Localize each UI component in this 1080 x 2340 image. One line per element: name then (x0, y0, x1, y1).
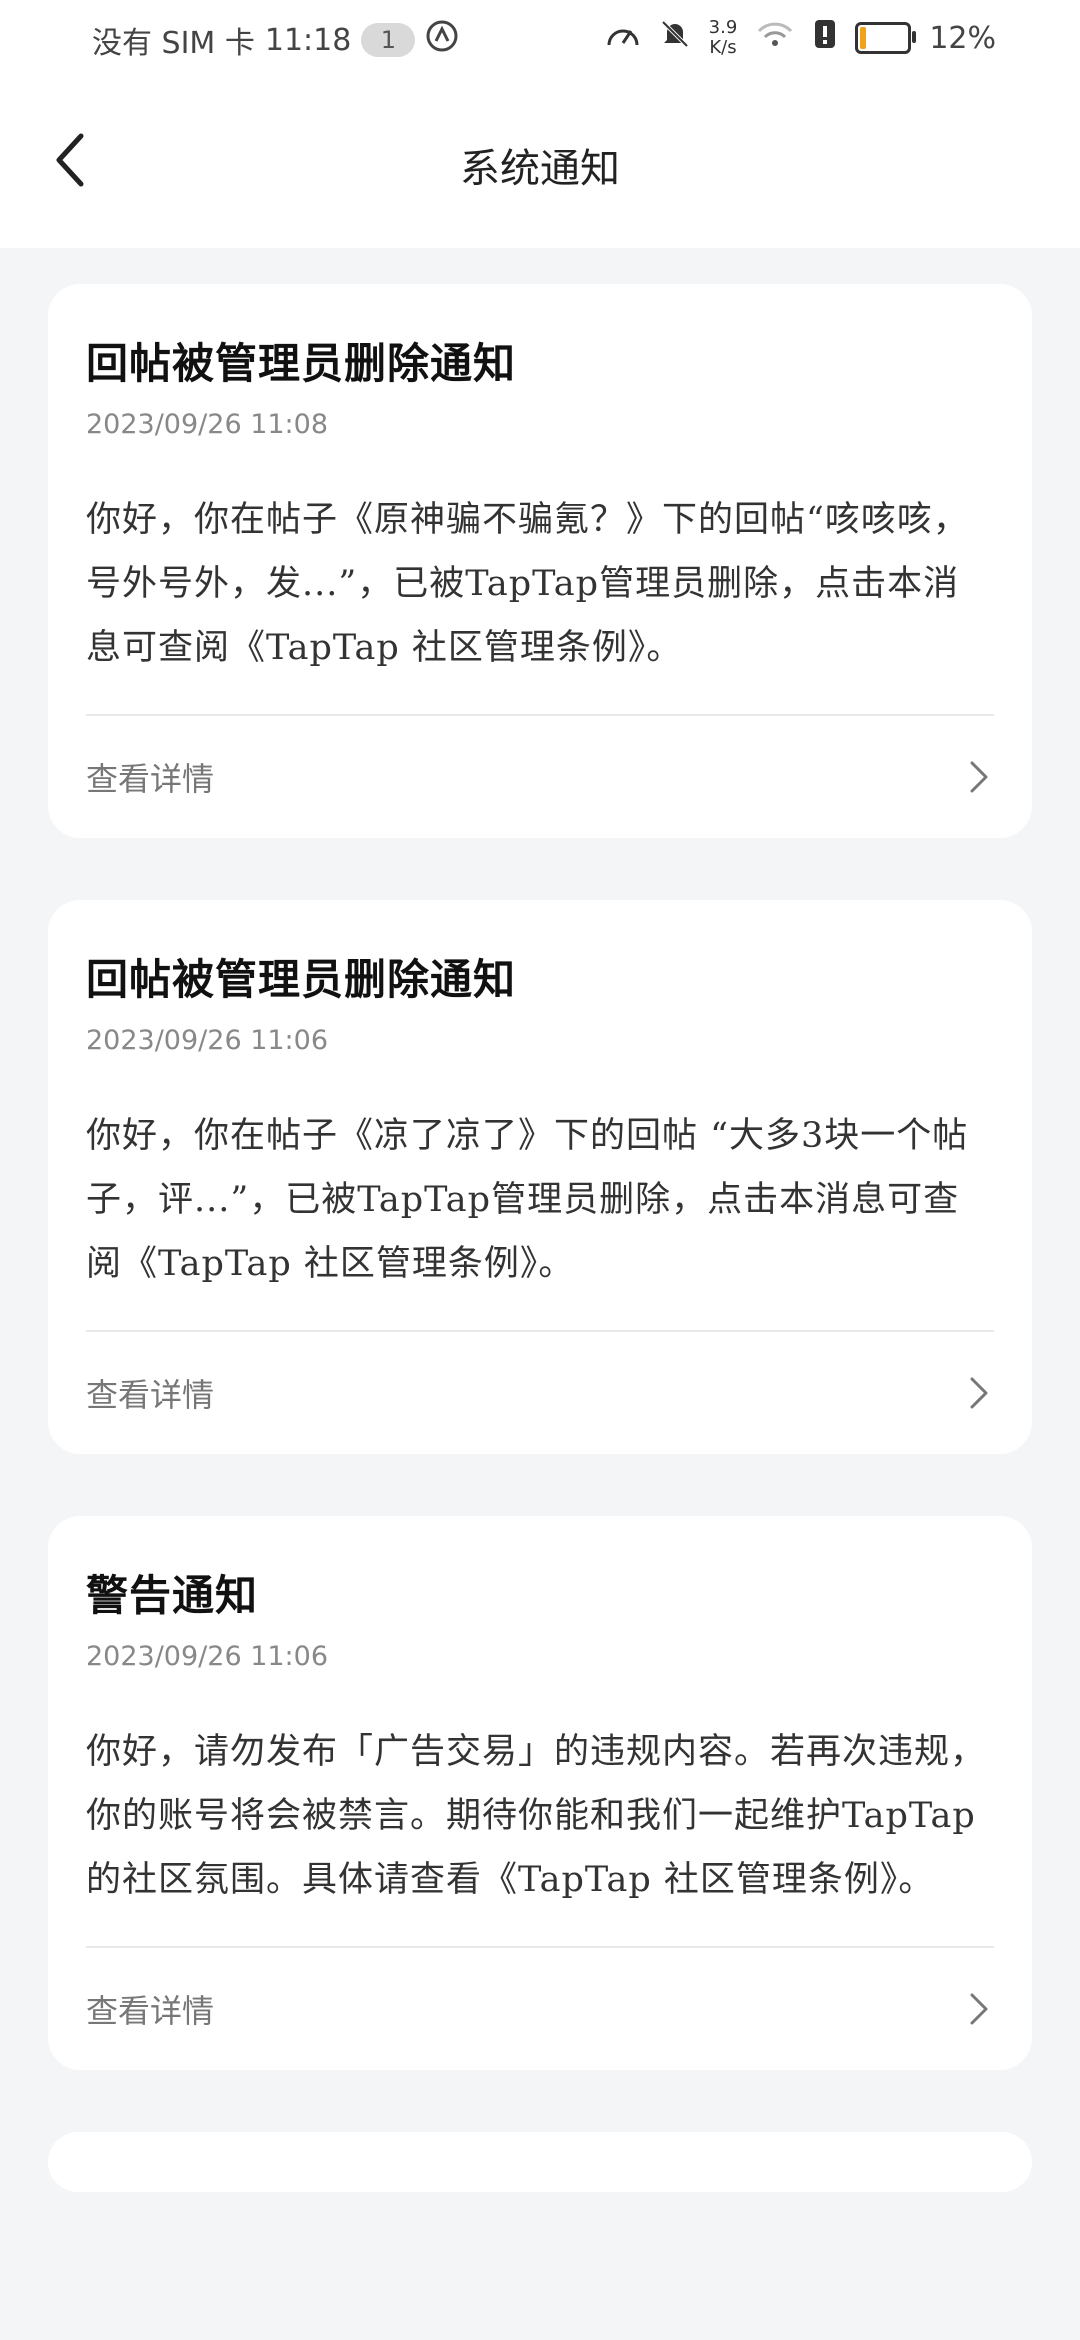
notification-time: 2023/09/26 11:06 (86, 1025, 329, 1056)
speedometer-icon (605, 19, 641, 57)
notification-card[interactable]: 回帖被管理员删除通知 2023/09/26 11:06 你好，你在帖子《凉了凉了… (48, 900, 1032, 1454)
notification-time: 2023/09/26 11:06 (86, 1641, 329, 1672)
notification-title: 回帖被管理员删除通知 (86, 955, 517, 1004)
battery-percent: 12% (929, 20, 996, 56)
chevron-right-icon (964, 1989, 994, 2029)
battery-level (860, 27, 867, 49)
app-bar: 系统通知 (0, 84, 1080, 248)
alert-battery-icon (813, 18, 837, 58)
notification-title: 警告通知 (86, 1571, 259, 1620)
network-speed-value: 3.9 (708, 17, 738, 38)
chevron-right-icon (964, 1373, 994, 1413)
notification-card-partial[interactable] (48, 2132, 1032, 2192)
wifi-icon (755, 19, 795, 57)
data-saver-icon (425, 19, 459, 61)
view-details-row[interactable]: 查看详情 (86, 1948, 994, 2070)
network-speed: 3.9 K/s (709, 18, 738, 58)
status-bar: 没有 SIM 卡 11:18 1 3.9 K/s 12% (0, 0, 1080, 84)
notification-card[interactable]: 回帖被管理员删除通知 2023/09/26 11:08 你好，你在帖子《原神骗不… (48, 284, 1032, 838)
network-speed-unit: K/s (709, 37, 737, 58)
carrier-text: 没有 SIM 卡 (92, 26, 255, 61)
status-left: 没有 SIM 卡 11:18 1 (92, 18, 459, 62)
clock: 11:18 (264, 22, 352, 58)
view-details-link[interactable]: 查看详情 (86, 1370, 214, 1416)
notification-count-badge: 1 (361, 23, 416, 57)
notification-card[interactable]: 警告通知 2023/09/26 11:06 你好，请勿发布「广告交易」的违规内容… (48, 1516, 1032, 2070)
view-details-link[interactable]: 查看详情 (86, 1986, 214, 2032)
notification-title: 回帖被管理员删除通知 (86, 339, 517, 388)
notification-body: 你好，你在帖子《凉了凉了》下的回帖 “大多3块一个帖子，评...”，已被TapT… (86, 1104, 994, 1332)
notification-body: 你好，你在帖子《原神骗不骗氪？》下的回帖“咳咳咳，号外号外，发...”，已被Ta… (86, 488, 994, 716)
chevron-right-icon (964, 757, 994, 797)
notification-time: 2023/09/26 11:08 (86, 409, 329, 440)
notification-list: 回帖被管理员删除通知 2023/09/26 11:08 你好，你在帖子《原神骗不… (48, 284, 1032, 2192)
battery-icon (855, 22, 917, 54)
view-details-row[interactable]: 查看详情 (86, 1332, 994, 1454)
status-right: 3.9 K/s 12% (605, 18, 996, 58)
page-title: 系统通知 (460, 146, 620, 192)
bell-off-icon (659, 18, 691, 58)
notification-body: 你好，请勿发布「广告交易」的违规内容。若再次违规，你的账号将会被禁言。期待你能和… (86, 1720, 994, 1948)
view-details-row[interactable]: 查看详情 (86, 716, 994, 838)
view-details-link[interactable]: 查看详情 (86, 754, 214, 800)
